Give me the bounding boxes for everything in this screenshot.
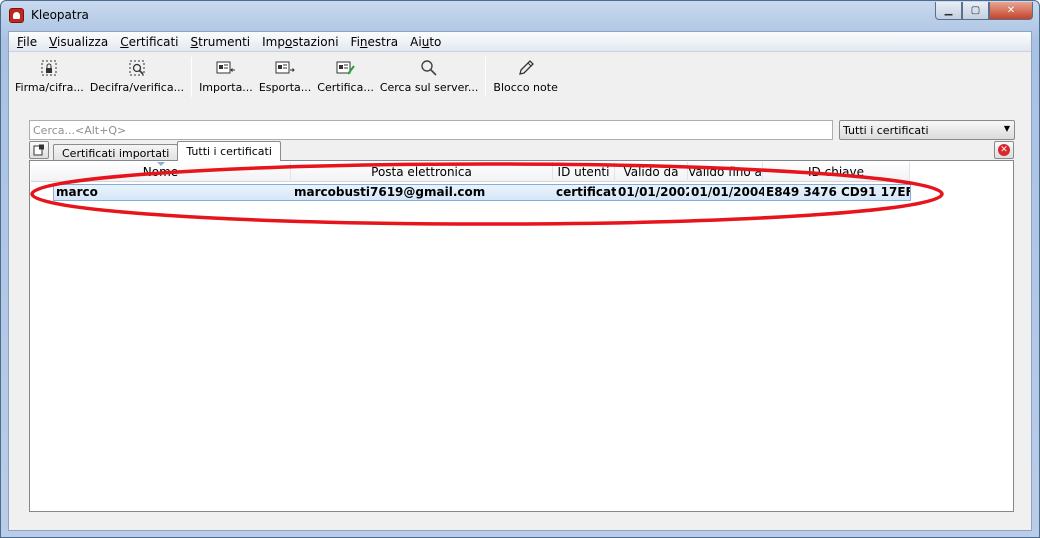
- minimize-icon: ▁: [944, 5, 953, 16]
- decrypt-verify-label: Decifra/verifica...: [89, 81, 185, 94]
- sign-encrypt-label: Firma/cifra...: [15, 81, 84, 94]
- export-button[interactable]: Esporta...: [256, 57, 314, 99]
- search-icon: [418, 57, 440, 79]
- title-bar[interactable]: Kleopatra ▁ ▢ ✕: [1, 1, 1039, 31]
- maximize-icon: ▢: [970, 5, 981, 16]
- column-header-user-ids[interactable]: ID utenti: [553, 162, 615, 182]
- close-tab-icon: ✕: [998, 144, 1010, 156]
- menu-file[interactable]: File: [13, 35, 45, 49]
- new-tab-icon: [33, 144, 44, 156]
- kleopatra-app-icon: [9, 8, 24, 23]
- menu-finestra[interactable]: Finestra: [347, 35, 407, 49]
- pencil-icon: [515, 57, 537, 79]
- sign-encrypt-icon: [38, 57, 60, 79]
- notepad-label: Blocco note: [493, 81, 558, 94]
- notepad-button[interactable]: Blocco note: [490, 57, 560, 99]
- tab-imported-certificates[interactable]: Certificati importati: [53, 144, 179, 161]
- menu-visualizza[interactable]: Visualizza: [45, 35, 116, 49]
- export-certificate-icon: [274, 57, 296, 79]
- window-title: Kleopatra: [31, 8, 89, 22]
- certificate-table: Nome Posta elettronica ID utenti Valido …: [29, 160, 1014, 512]
- certify-button[interactable]: Certifica...: [314, 57, 377, 99]
- cell-valid-from: 01/01/2002: [618, 185, 689, 199]
- menu-certificati[interactable]: Certificati: [116, 35, 186, 49]
- tab-bar: Certificati importati Tutti i certificat…: [53, 141, 281, 161]
- search-input[interactable]: [29, 120, 833, 140]
- table-header: Nome Posta elettronica ID utenti Valido …: [31, 162, 910, 182]
- close-tab-button[interactable]: ✕: [994, 141, 1014, 159]
- main-toolbar: Firma/cifra... Decifra/verifica... Impor…: [9, 53, 1031, 101]
- sign-encrypt-button[interactable]: Firma/cifra...: [12, 57, 87, 99]
- table-row[interactable]: marco marcobusti7619@gmail.com certifica…: [53, 184, 911, 201]
- kleopatra-window: Kleopatra ▁ ▢ ✕ File Visualizza Certific…: [0, 0, 1040, 538]
- cell-email: marcobusti7619@gmail.com: [294, 185, 486, 199]
- certify-label: Certifica...: [317, 81, 374, 94]
- import-button[interactable]: Importa...: [196, 57, 256, 99]
- lookup-server-button[interactable]: Cerca sul server...: [377, 57, 482, 99]
- lookup-server-label: Cerca sul server...: [379, 81, 479, 94]
- cell-user-ids: certificato: [556, 185, 616, 199]
- column-header-valid-until[interactable]: Valido fino a: [688, 162, 763, 182]
- maximize-button[interactable]: ▢: [962, 2, 989, 20]
- decrypt-verify-icon: [126, 57, 148, 79]
- column-header-valid-from[interactable]: Valido da: [615, 162, 688, 182]
- main-client-area: File Visualizza Certificati Strumenti Im…: [8, 31, 1032, 531]
- cell-valid-until: 01/01/2004: [691, 185, 764, 199]
- menu-strumenti[interactable]: Strumenti: [187, 35, 259, 49]
- decrypt-verify-button[interactable]: Decifra/verifica...: [87, 57, 187, 99]
- close-icon: ✕: [1006, 5, 1016, 16]
- toolbar-separator: [485, 57, 487, 97]
- menu-aiuto[interactable]: Aiuto: [406, 35, 449, 49]
- import-label: Importa...: [199, 81, 253, 94]
- toolbar-separator: [191, 57, 193, 97]
- tab-all-certificates[interactable]: Tutti i certificati: [177, 141, 281, 161]
- close-window-button[interactable]: ✕: [989, 2, 1033, 20]
- chevron-down-icon: ▼: [1003, 124, 1010, 133]
- certify-certificate-icon: [335, 57, 357, 79]
- import-certificate-icon: [215, 57, 237, 79]
- cell-name: marco: [56, 185, 98, 199]
- certificate-filter-select[interactable]: Tutti i certificati ▼: [839, 120, 1015, 140]
- column-header-name[interactable]: Nome: [31, 162, 291, 182]
- menu-bar: File Visualizza Certificati Strumenti Im…: [9, 32, 1031, 52]
- window-controls: ▁ ▢ ✕: [935, 2, 1033, 20]
- new-tab-button[interactable]: [29, 141, 49, 159]
- menu-impostazioni[interactable]: Impostazioni: [258, 35, 346, 49]
- filter-selected-value: Tutti i certificati: [843, 123, 929, 137]
- column-header-email[interactable]: Posta elettronica: [291, 162, 553, 182]
- cell-key-id: E849 3476 CD91 17EF: [766, 185, 910, 199]
- column-header-key-id[interactable]: ID chiave: [763, 162, 910, 182]
- minimize-button[interactable]: ▁: [935, 2, 962, 20]
- export-label: Esporta...: [258, 81, 312, 94]
